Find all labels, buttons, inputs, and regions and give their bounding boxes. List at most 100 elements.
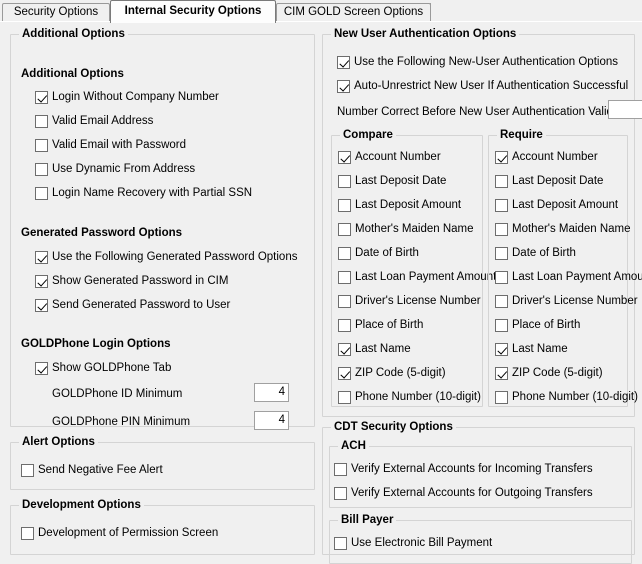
checkbox-box[interactable]: [338, 391, 351, 404]
heading-goldphone-login-options: GOLDPhone Login Options: [21, 338, 171, 350]
tab-internal-security-options[interactable]: Internal Security Options: [110, 0, 276, 23]
checkbox-box[interactable]: [495, 391, 508, 404]
checkbox-require-drivers-license-number[interactable]: Driver's License Number: [495, 294, 638, 309]
checkbox-compare-zip-code[interactable]: ZIP Code (5-digit): [338, 366, 446, 381]
tab-strip: Security Options Internal Security Optio…: [0, 0, 642, 23]
checkbox-box[interactable]: [21, 464, 34, 477]
checkbox-box[interactable]: [334, 487, 347, 500]
checkbox-auto-unrestrict-new-user[interactable]: Auto-Unrestrict New User If Authenticati…: [337, 79, 628, 94]
checkbox-box[interactable]: [495, 223, 508, 236]
group-ach-title: ACH: [338, 440, 369, 452]
checkbox-box[interactable]: [495, 199, 508, 212]
checkbox-compare-date-of-birth[interactable]: Date of Birth: [338, 246, 419, 261]
checkbox-require-phone-number[interactable]: Phone Number (10-digit): [495, 390, 638, 405]
checkbox-box[interactable]: [35, 299, 48, 312]
checkbox-use-following-new-user-authentication-options[interactable]: Use the Following New-User Authenticatio…: [337, 55, 618, 70]
checkbox-require-last-loan-payment-amount[interactable]: Last Loan Payment Amount: [495, 270, 642, 285]
checkbox-valid-email-with-password[interactable]: Valid Email with Password: [35, 138, 186, 153]
checkbox-development-of-permission-screen[interactable]: Development of Permission Screen: [21, 526, 218, 541]
checkbox-box[interactable]: [334, 537, 347, 550]
checkbox-label: Mother's Maiden Name: [355, 223, 474, 235]
checkbox-box[interactable]: [35, 91, 48, 104]
checkbox-box[interactable]: [338, 343, 351, 356]
checkbox-login-name-recovery-partial-ssn[interactable]: Login Name Recovery with Partial SSN: [35, 186, 252, 201]
checkbox-box[interactable]: [495, 295, 508, 308]
checkbox-show-generated-password-in-cim[interactable]: Show Generated Password in CIM: [35, 274, 228, 289]
checkbox-box[interactable]: [338, 199, 351, 212]
checkbox-box[interactable]: [338, 367, 351, 380]
checkbox-box[interactable]: [35, 251, 48, 264]
input-goldphone-pin-minimum[interactable]: 4: [254, 411, 289, 430]
checkbox-box[interactable]: [35, 115, 48, 128]
checkbox-verify-external-accounts-outgoing-transfers[interactable]: Verify External Accounts for Outgoing Tr…: [334, 486, 593, 501]
checkbox-compare-phone-number[interactable]: Phone Number (10-digit): [338, 390, 481, 405]
checkbox-box[interactable]: [338, 247, 351, 260]
checkbox-box[interactable]: [495, 343, 508, 356]
checkbox-box[interactable]: [495, 319, 508, 332]
tab-security-options[interactable]: Security Options: [2, 3, 110, 22]
checkbox-show-goldphone-tab[interactable]: Show GOLDPhone Tab: [35, 361, 171, 376]
checkbox-require-zip-code[interactable]: ZIP Code (5-digit): [495, 366, 603, 381]
checkbox-label: Use the Following Generated Password Opt…: [52, 251, 298, 263]
checkbox-box[interactable]: [495, 151, 508, 164]
checkbox-require-last-deposit-amount[interactable]: Last Deposit Amount: [495, 198, 618, 213]
checkbox-box[interactable]: [337, 56, 350, 69]
tab-cim-gold-screen-options[interactable]: CIM GOLD Screen Options: [276, 3, 431, 22]
checkbox-label: Use Electronic Bill Payment: [351, 537, 493, 549]
checkbox-require-last-deposit-date[interactable]: Last Deposit Date: [495, 174, 603, 189]
checkbox-box[interactable]: [35, 139, 48, 152]
checkbox-use-dynamic-from-address[interactable]: Use Dynamic From Address: [35, 162, 195, 177]
group-additional-options: Additional Options Additional Options Lo…: [10, 28, 315, 430]
checkbox-send-generated-password-to-user[interactable]: Send Generated Password to User: [35, 298, 230, 313]
input-number-correct-before-new-user-auth-valid[interactable]: [608, 100, 642, 119]
checkbox-box[interactable]: [495, 271, 508, 284]
checkbox-box[interactable]: [338, 295, 351, 308]
checkbox-box[interactable]: [21, 527, 34, 540]
checkbox-box[interactable]: [495, 247, 508, 260]
checkbox-label: Use Dynamic From Address: [52, 163, 196, 175]
checkbox-compare-mothers-maiden-name[interactable]: Mother's Maiden Name: [338, 222, 474, 237]
checkbox-box[interactable]: [334, 463, 347, 476]
checkbox-box[interactable]: [35, 187, 48, 200]
group-cdt-security-options-title: CDT Security Options: [331, 421, 456, 433]
checkbox-compare-last-deposit-amount[interactable]: Last Deposit Amount: [338, 198, 461, 213]
checkbox-label: Account Number: [512, 151, 598, 163]
checkbox-box[interactable]: [495, 175, 508, 188]
checkbox-compare-last-deposit-date[interactable]: Last Deposit Date: [338, 174, 446, 189]
input-goldphone-id-minimum[interactable]: 4: [254, 383, 289, 402]
checkbox-box[interactable]: [338, 175, 351, 188]
checkbox-verify-external-accounts-incoming-transfers[interactable]: Verify External Accounts for Incoming Tr…: [334, 462, 593, 477]
checkbox-label: Mother's Maiden Name: [512, 223, 631, 235]
group-compare-title: Compare: [340, 129, 396, 141]
checkbox-box[interactable]: [337, 80, 350, 93]
group-cdt-security-options: CDT Security Options ACH Verify External…: [322, 421, 635, 564]
checkbox-label: Date of Birth: [355, 247, 419, 259]
checkbox-require-date-of-birth[interactable]: Date of Birth: [495, 246, 576, 261]
checkbox-label: ZIP Code (5-digit): [355, 367, 446, 379]
checkbox-box[interactable]: [338, 319, 351, 332]
checkbox-send-negative-fee-alert[interactable]: Send Negative Fee Alert: [21, 463, 163, 478]
checkbox-require-account-number[interactable]: Account Number: [495, 150, 598, 165]
checkbox-valid-email-address[interactable]: Valid Email Address: [35, 114, 153, 129]
checkbox-login-without-company-number[interactable]: Login Without Company Number: [35, 90, 219, 105]
checkbox-compare-account-number[interactable]: Account Number: [338, 150, 441, 165]
checkbox-require-place-of-birth[interactable]: Place of Birth: [495, 318, 580, 333]
checkbox-compare-last-loan-payment-amount[interactable]: Last Loan Payment Amount: [338, 270, 496, 285]
checkbox-box[interactable]: [35, 163, 48, 176]
checkbox-box[interactable]: [338, 271, 351, 284]
group-development-options: Development Options Development of Permi…: [10, 499, 315, 555]
checkbox-box[interactable]: [35, 275, 48, 288]
checkbox-use-electronic-bill-payment[interactable]: Use Electronic Bill Payment: [334, 536, 492, 551]
checkbox-box[interactable]: [338, 151, 351, 164]
checkbox-compare-place-of-birth[interactable]: Place of Birth: [338, 318, 423, 333]
checkbox-require-last-name[interactable]: Last Name: [495, 342, 568, 357]
checkbox-compare-drivers-license-number[interactable]: Driver's License Number: [338, 294, 481, 309]
checkbox-require-mothers-maiden-name[interactable]: Mother's Maiden Name: [495, 222, 631, 237]
checkbox-box[interactable]: [338, 223, 351, 236]
checkbox-label: Valid Email with Password: [52, 139, 187, 151]
checkbox-box[interactable]: [35, 362, 48, 375]
checkbox-label: Show GOLDPhone Tab: [52, 362, 172, 374]
checkbox-box[interactable]: [495, 367, 508, 380]
checkbox-use-following-generated-password-options[interactable]: Use the Following Generated Password Opt…: [35, 250, 297, 265]
checkbox-compare-last-name[interactable]: Last Name: [338, 342, 411, 357]
